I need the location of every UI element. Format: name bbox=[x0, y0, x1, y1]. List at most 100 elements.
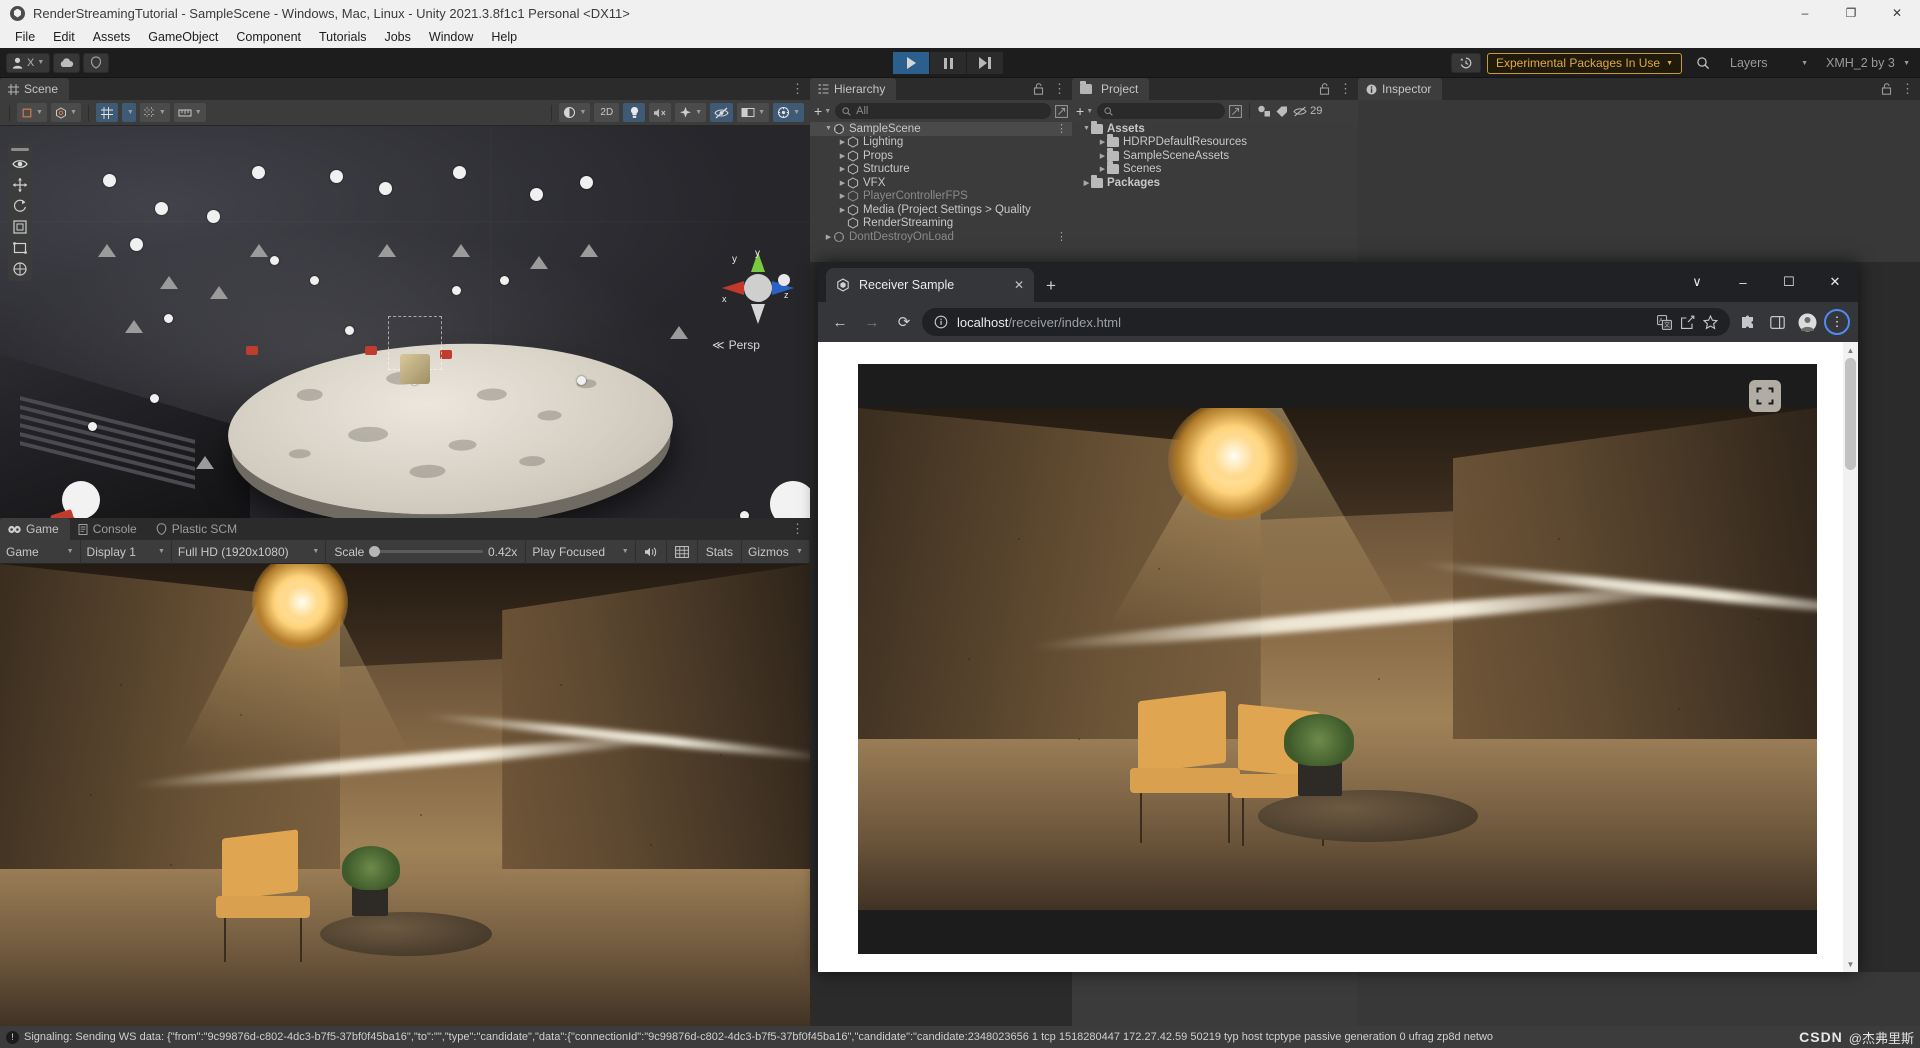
menu-item-window[interactable]: Window bbox=[420, 28, 482, 46]
chevron-right-icon[interactable]: ▶ bbox=[838, 138, 847, 146]
scene-tool-ruler[interactable]: ▼ bbox=[173, 103, 206, 122]
label-filter-icon[interactable] bbox=[1275, 105, 1289, 118]
menu-item-tutorials[interactable]: Tutorials bbox=[310, 28, 375, 46]
share-icon[interactable] bbox=[1680, 315, 1695, 330]
browser-tab-receiver-sample[interactable]: Receiver Sample ✕ bbox=[826, 268, 1034, 302]
scene-2d-toggle[interactable]: 2D bbox=[594, 103, 620, 122]
search-tabs-button[interactable]: ∨ bbox=[1674, 262, 1720, 302]
menu-item-assets[interactable]: Assets bbox=[84, 28, 140, 46]
transform-tool-icon[interactable] bbox=[12, 261, 28, 277]
browser-maximize-button[interactable]: ☐ bbox=[1766, 262, 1812, 302]
window-maximize-button[interactable]: ❐ bbox=[1828, 0, 1874, 26]
scene-tool-gridvisibility[interactable]: ▼ bbox=[139, 103, 170, 122]
layout-dropdown[interactable]: XMH_2 by 3 ▼ bbox=[1820, 53, 1916, 74]
game-scale-slider[interactable]: Scale 0.42x bbox=[326, 539, 527, 564]
scene-tool-move[interactable]: ▼ bbox=[50, 103, 81, 122]
scene-shading-mode[interactable]: ▼ bbox=[559, 103, 591, 122]
browser-minimize-button[interactable]: – bbox=[1720, 262, 1766, 302]
status-bar[interactable]: ! Signaling: Sending WS data: {"from":"9… bbox=[0, 1026, 1920, 1048]
hierarchy-item-media[interactable]: ▶ Media (Project Settings > Quality bbox=[810, 203, 1072, 217]
chevron-right-icon[interactable]: ▶ bbox=[1098, 152, 1107, 160]
chevron-down-icon[interactable]: ▼ bbox=[1082, 125, 1091, 132]
tab-hierarchy[interactable]: Hierarchy bbox=[810, 78, 897, 100]
scene-fx-toggle[interactable]: ▼ bbox=[675, 103, 707, 122]
scene-hidden-objects-toggle[interactable] bbox=[710, 103, 734, 122]
chevron-right-icon[interactable]: ▶ bbox=[1098, 138, 1107, 146]
scene-tool-gridsnap-dropdown[interactable]: ▼ bbox=[121, 103, 136, 122]
tab-console[interactable]: Console bbox=[70, 518, 148, 540]
plastic-scm-button[interactable] bbox=[83, 52, 110, 73]
tab-game[interactable]: Game bbox=[0, 518, 70, 540]
scale-tool-icon[interactable] bbox=[12, 219, 28, 235]
type-filter-icon[interactable] bbox=[1257, 105, 1271, 118]
kebab-menu-icon[interactable]: ⋮ bbox=[1053, 82, 1066, 95]
rect-tool-icon[interactable] bbox=[12, 240, 28, 256]
video-fullscreen-button[interactable] bbox=[1749, 380, 1781, 412]
forward-button[interactable]: → bbox=[858, 308, 886, 336]
project-tree[interactable]: ▼ Assets ▶ HDRPDefaultResources ▶ Sample… bbox=[1072, 120, 1358, 262]
browser-scrollbar[interactable]: ▲ ▼ bbox=[1843, 342, 1858, 972]
play-button[interactable] bbox=[893, 52, 929, 74]
project-add-button[interactable]: + ▼ bbox=[1076, 103, 1093, 119]
hierarchy-item-dontdestroyonload[interactable]: ▶ DontDestroyOnLoad ⋮ bbox=[810, 230, 1072, 244]
game-gizmos-dropdown[interactable]: Gizmos ▼ bbox=[742, 539, 810, 564]
project-item-scenes[interactable]: ▶ Scenes bbox=[1072, 161, 1358, 177]
project-item-assets[interactable]: ▼ Assets bbox=[1072, 120, 1358, 136]
overlay-drag-handle[interactable] bbox=[11, 148, 29, 151]
scrollbar-up-arrow[interactable]: ▲ bbox=[1843, 342, 1858, 358]
kebab-menu-icon[interactable]: ⋮ bbox=[1056, 231, 1067, 242]
game-display-target-dropdown[interactable]: Game ▼ bbox=[0, 539, 81, 564]
rotate-tool-icon[interactable] bbox=[12, 198, 28, 214]
view-tool-icon[interactable] bbox=[12, 156, 28, 172]
menu-item-help[interactable]: Help bbox=[482, 28, 526, 46]
kebab-menu-icon[interactable]: ⋮ bbox=[1901, 82, 1914, 95]
hierarchy-item-vfx[interactable]: ▶ VFX bbox=[810, 176, 1072, 190]
browser-close-button[interactable]: ✕ bbox=[1812, 262, 1858, 302]
menu-item-component[interactable]: Component bbox=[227, 28, 310, 46]
tab-inspector[interactable]: Inspector bbox=[1358, 78, 1443, 100]
menu-item-edit[interactable]: Edit bbox=[44, 28, 84, 46]
pause-button[interactable] bbox=[930, 52, 966, 74]
new-tab-button[interactable]: + bbox=[1046, 276, 1056, 296]
scene-viewport[interactable]: y x z y ≪ Persp bbox=[0, 126, 810, 518]
address-bar[interactable]: localhost/receiver/index.html A 文 bbox=[922, 308, 1730, 336]
scene-lighting-toggle[interactable] bbox=[623, 103, 646, 122]
project-hidden-count[interactable]: 29 bbox=[1293, 105, 1322, 117]
tab-plastic-scm[interactable]: Plastic SCM bbox=[148, 518, 248, 540]
game-mute-button[interactable] bbox=[636, 539, 667, 564]
chevron-right-icon[interactable]: ▶ bbox=[1082, 179, 1091, 187]
profile-avatar[interactable] bbox=[1794, 309, 1820, 335]
scene-tool-hand[interactable]: ▼ bbox=[17, 103, 47, 122]
hierarchy-item-lighting[interactable]: ▶ Lighting bbox=[810, 136, 1072, 150]
project-search-input[interactable] bbox=[1097, 103, 1226, 119]
cloud-button[interactable] bbox=[53, 52, 81, 73]
game-stats-button[interactable]: Stats bbox=[698, 539, 743, 564]
video-player[interactable] bbox=[858, 364, 1817, 954]
reload-button[interactable]: ⟳ bbox=[890, 308, 918, 336]
lock-icon[interactable] bbox=[1033, 83, 1044, 95]
game-stats-grid-button[interactable] bbox=[667, 539, 698, 564]
chevron-right-icon[interactable]: ▶ bbox=[838, 152, 847, 160]
scene-tool-gridsnap[interactable] bbox=[95, 103, 118, 122]
lock-icon[interactable] bbox=[1319, 83, 1330, 95]
bookmark-star-icon[interactable] bbox=[1703, 314, 1718, 330]
kebab-menu-icon[interactable]: ⋮ bbox=[1339, 82, 1352, 95]
undo-history-button[interactable] bbox=[1450, 53, 1481, 73]
step-button[interactable] bbox=[967, 52, 1003, 74]
hierarchy-item-structure[interactable]: ▶ Structure bbox=[810, 163, 1072, 177]
scene-selected-object[interactable] bbox=[400, 354, 430, 384]
game-playmode-dropdown[interactable]: Play Focused ▼ bbox=[526, 539, 636, 564]
kebab-menu-icon[interactable]: ⋮ bbox=[791, 522, 804, 535]
account-button[interactable]: X ▼ bbox=[6, 52, 51, 73]
scene-view-gizmo[interactable]: y x z y bbox=[718, 246, 798, 346]
game-resolution-dropdown[interactable]: Full HD (1920x1080) ▼ bbox=[172, 539, 327, 564]
side-panel-button[interactable] bbox=[1764, 309, 1790, 335]
hierarchy-expand-icon[interactable] bbox=[1055, 104, 1068, 118]
kebab-menu-icon[interactable]: ⋮ bbox=[791, 82, 804, 95]
chevron-down-icon[interactable]: ▼ bbox=[824, 125, 833, 132]
chevron-right-icon[interactable]: ▶ bbox=[1098, 165, 1107, 173]
chevron-right-icon[interactable]: ▶ bbox=[838, 165, 847, 173]
menu-item-jobs[interactable]: Jobs bbox=[375, 28, 419, 46]
kebab-menu-icon[interactable]: ⋮ bbox=[1056, 123, 1067, 134]
tab-scene[interactable]: Scene bbox=[0, 78, 70, 100]
